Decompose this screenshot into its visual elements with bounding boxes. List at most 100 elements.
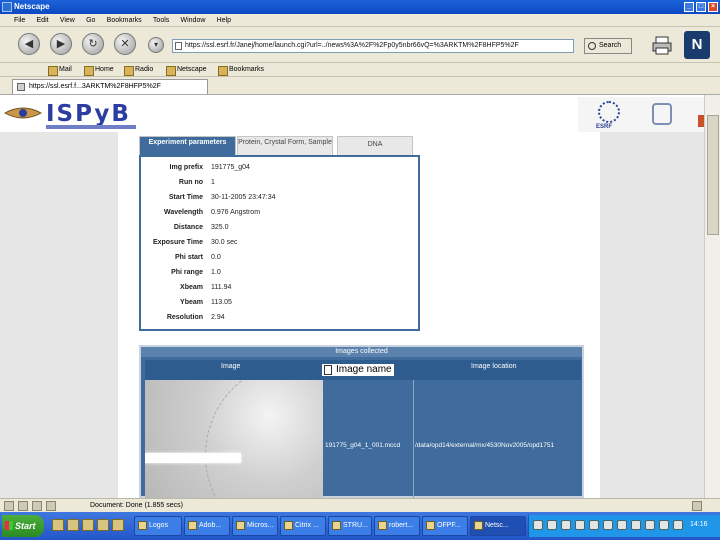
left-margin: [0, 132, 118, 498]
diffraction-ring: [205, 380, 323, 498]
browser-tab[interactable]: https://ssl.esrf.f...3ARKTM%2F8HFP5%2F: [12, 79, 208, 94]
tab-bar: https://ssl.esrf.f...3ARKTM%2F8HFP5%2F: [0, 77, 720, 95]
task-label: robert...: [389, 522, 414, 529]
forward-arrow-icon[interactable]: ▶: [50, 33, 72, 55]
column-divider: [413, 380, 414, 498]
tray-icon[interactable]: [575, 520, 585, 530]
menu-go[interactable]: Go: [86, 14, 95, 27]
ispyb-logo-text: ISPyB: [46, 101, 131, 127]
tab-experiment-parameters[interactable]: Experiment parameters: [139, 136, 236, 155]
tab-dna[interactable]: DNA: [337, 136, 413, 155]
diffraction-image-thumbnail[interactable]: [145, 380, 323, 498]
task-label: STRU...: [343, 522, 368, 529]
scrollbar-thumb[interactable]: [707, 115, 719, 235]
tray-icon[interactable]: [561, 520, 571, 530]
menu-view[interactable]: View: [60, 14, 75, 27]
window-icon: [332, 521, 341, 530]
tray-icon[interactable]: [547, 520, 557, 530]
bookmark-netscape[interactable]: Netscape: [166, 63, 207, 77]
url-text: https://ssl.esrf.fr/Janej/home/launch.cg…: [185, 42, 519, 49]
task-stru[interactable]: STRU...: [328, 516, 372, 536]
page-content: ISPyB ESRF Experiment parameters Protein…: [0, 95, 720, 498]
param-label: Run no: [178, 179, 203, 186]
exit-icon[interactable]: [698, 115, 704, 127]
esrf-logo-label: ESRF: [596, 124, 613, 130]
browser-tab-label: https://ssl.esrf.f...3ARKTM%2F8HFP5%2F: [29, 83, 161, 90]
quicklaunch-folder-icon[interactable]: [52, 519, 64, 531]
start-button[interactable]: Start: [2, 515, 44, 537]
param-label: Resolution: [166, 314, 203, 321]
menu-edit[interactable]: Edit: [37, 14, 49, 27]
url-input[interactable]: https://ssl.esrf.fr/Janej/home/launch.cg…: [172, 39, 574, 53]
stop-icon[interactable]: ✕: [114, 33, 136, 55]
tray-icon[interactable]: [617, 520, 627, 530]
param-value: 0.976 Angstrom: [211, 209, 261, 216]
menu-window[interactable]: Window: [181, 14, 206, 27]
param-row: Ybeam 113.05: [141, 295, 418, 310]
search-button[interactable]: Search: [584, 38, 632, 54]
window-title: Netscape: [14, 2, 50, 11]
status-mail-icon[interactable]: [4, 501, 14, 511]
task-label: Logos: [149, 522, 169, 529]
printer-icon[interactable]: [652, 35, 672, 55]
menu-file[interactable]: File: [14, 14, 25, 27]
task-label: OFPF...: [437, 522, 461, 529]
reload-icon[interactable]: ↻: [82, 33, 104, 55]
security-lock-icon[interactable]: [692, 501, 702, 511]
task-citrix[interactable]: Citrix ...: [280, 516, 326, 536]
right-margin: [600, 132, 704, 498]
task-logos[interactable]: Logos: [134, 516, 182, 536]
minimize-button[interactable]: _: [684, 2, 694, 12]
vertical-scrollbar[interactable]: [704, 95, 720, 498]
tray-icon[interactable]: [533, 520, 543, 530]
search-button-label: Search: [599, 42, 622, 49]
bookmark-home[interactable]: Home: [84, 63, 114, 77]
tray-icon[interactable]: [645, 520, 655, 530]
bookmark-mail[interactable]: Mail: [48, 63, 72, 77]
tray-icon[interactable]: [631, 520, 641, 530]
bookmark-bookmarks[interactable]: Bookmarks: [218, 63, 264, 77]
menu-help[interactable]: Help: [217, 14, 231, 27]
task-ofpf[interactable]: OFPF...: [422, 516, 468, 536]
tab-protein-crystal-sample[interactable]: Protein, Crystal Form, Sample: [237, 136, 333, 155]
column-header-image-location: Image location: [471, 363, 517, 370]
menu-tools[interactable]: Tools: [153, 14, 169, 27]
tray-icon[interactable]: [589, 520, 599, 530]
maximize-button[interactable]: □: [696, 2, 706, 12]
task-netscape[interactable]: Netsc...: [470, 516, 526, 536]
tray-icon[interactable]: [659, 520, 669, 530]
status-chat-icon[interactable]: [32, 501, 42, 511]
back-arrow-icon[interactable]: ◀: [18, 33, 40, 55]
task-robert[interactable]: robert...: [374, 516, 420, 536]
column-header-image-name: Image name: [336, 364, 392, 375]
param-value: 1.0: [211, 269, 221, 276]
image-file-name[interactable]: 191775_g04_1_001.mccd: [325, 442, 413, 449]
tray-icon[interactable]: [603, 520, 613, 530]
param-row: Wavelength 0.976 Angstrom: [141, 205, 418, 220]
param-row: Img prefix 191775_g04: [141, 160, 418, 175]
param-label: Phi range: [171, 269, 203, 276]
quicklaunch-app-icon[interactable]: [97, 519, 109, 531]
param-row: Resolution 2.94: [141, 310, 418, 325]
task-adobe[interactable]: Adob...: [184, 516, 230, 536]
tray-icon[interactable]: [673, 520, 683, 530]
adobe-icon: [188, 521, 197, 530]
netscape-logo-icon: N: [684, 31, 710, 59]
folder-icon: [138, 521, 147, 530]
status-nav-icon[interactable]: [18, 501, 28, 511]
dropdown-chevron-icon[interactable]: ▾: [148, 37, 164, 53]
param-value: 191775_g04: [211, 164, 250, 171]
quicklaunch-app2-icon[interactable]: [112, 519, 124, 531]
logo-underline: [46, 125, 136, 129]
quicklaunch-browser-icon[interactable]: [67, 519, 79, 531]
menu-bookmarks[interactable]: Bookmarks: [107, 14, 142, 27]
task-label: Micros...: [247, 522, 274, 529]
quicklaunch-mail-icon[interactable]: [82, 519, 94, 531]
bookmark-radio[interactable]: Radio: [124, 63, 153, 77]
status-compose-icon[interactable]: [46, 501, 56, 511]
param-label: Wavelength: [163, 209, 203, 216]
close-button[interactable]: ×: [708, 2, 718, 12]
powerpoint-icon: [236, 521, 245, 530]
param-value: 111.94: [211, 284, 232, 291]
task-microsoft[interactable]: Micros...: [232, 516, 278, 536]
